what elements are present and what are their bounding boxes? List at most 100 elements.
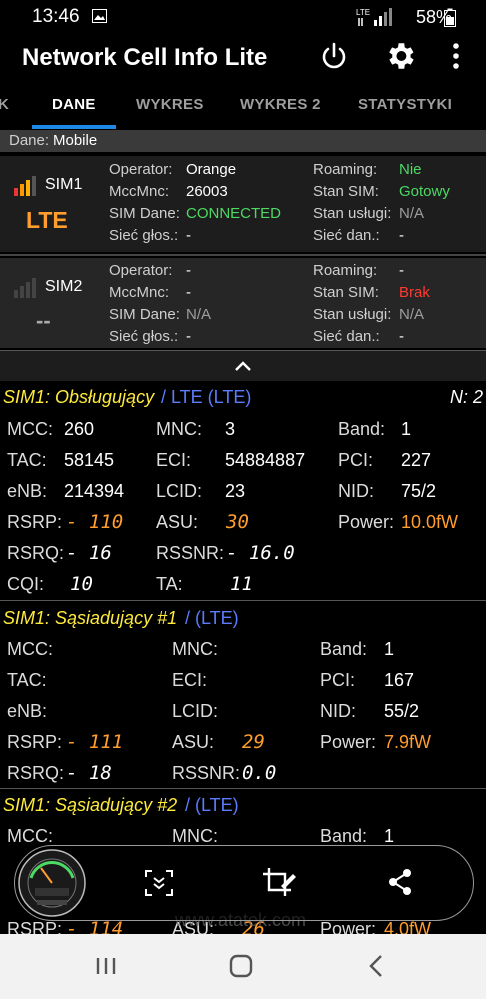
neighbor1-power: 7.9fW [384,732,432,752]
gear-icon[interactable] [383,39,417,78]
sim1-name: SIM1 [45,176,83,193]
label: LCID: [172,701,219,721]
tab-statystyki[interactable]: STATYSTYKI [358,96,452,113]
neighbor1-title: SIM1: Sąsiadujący #1 [3,608,178,628]
more-vert-icon[interactable] [450,42,462,75]
label: Roaming: [313,161,378,178]
divider [0,254,486,256]
source-value: Mobile [53,132,98,149]
collapse-bar[interactable] [0,350,486,381]
sim2-sim-state: Brak [399,284,430,301]
neighbor2-tech: / (LTE) [185,795,239,815]
sim1-roaming: Nie [399,161,422,178]
app-bar: Network Cell Info Lite [0,34,486,90]
share-icon[interactable] [387,868,413,901]
svg-text:LTE: LTE [356,8,370,17]
sim2-name: SIM2 [45,278,83,295]
screenshot-thumbnail[interactable] [17,848,87,923]
neighbor2-power: 4.0fW [384,919,432,934]
power-icon[interactable] [318,40,350,77]
back-icon[interactable] [368,954,384,983]
label: MccMnc: [109,183,169,200]
label: Band: [338,419,386,439]
neighbor2-title: SIM1: Sąsiadujący #2 [3,795,178,815]
serving-eci: 54884887 [225,450,306,470]
lte-signal-icon: LTE [356,6,396,33]
label: ECI: [156,450,192,470]
label: Band: [320,639,368,659]
serving-power: 10.0fW [401,512,459,532]
label: MCC: [7,419,53,439]
label: MCC: [7,826,53,846]
sim1-mccmnc: 26003 [186,183,228,200]
label: Band: [320,826,368,846]
serving-mcc: 260 [64,419,95,439]
label: RSSNR: [172,763,241,783]
gallery-notification-icon [92,9,107,28]
label: MCC: [7,639,53,659]
neighbor1-asu: 29 [242,731,265,753]
serving-lcid: 23 [225,481,246,501]
tab-dane[interactable]: DANE [52,96,96,113]
app-title: Network Cell Info Lite [22,44,268,71]
serving-mnc: 3 [225,419,236,439]
sim1-card: SIM1 LTE Operator: Orange MccMnc: 26003 … [0,156,486,252]
recent-apps-icon[interactable] [95,956,117,981]
label: Roaming: [313,262,378,279]
label: Stan usługi: [313,306,392,323]
sim2-roaming: - [399,262,404,279]
label: ASU: [156,512,199,532]
home-icon[interactable] [229,954,253,983]
label: RSRQ: [7,763,65,783]
serving-band: 1 [401,419,412,439]
tab-previous[interactable]: K [0,96,9,113]
scroll-capture-icon[interactable] [144,869,174,902]
label: Stan usługi: [313,205,392,222]
sim2-operator: - [186,262,191,279]
serving-asu: 30 [226,511,249,533]
label: eNB: [7,481,48,501]
battery-icon [444,8,456,32]
tab-wykres[interactable]: WYKRES [136,96,204,113]
screenshot-toolbar [14,845,474,921]
sim2-service-state: N/A [399,306,425,323]
label: Sieć głos.: [109,227,179,244]
serving-title: SIM1: Obsługujący [3,387,155,407]
sim1-data-net: - [399,227,404,244]
label: Power: [338,512,395,532]
label: Stan SIM: [313,183,379,200]
label: Sieć dan.: [313,328,380,345]
label: TAC: [7,670,47,690]
label: Operator: [109,161,173,178]
label: ASU: [172,732,215,752]
sim2-mccmnc: - [186,284,191,301]
neighbor1-tech: / (LTE) [185,608,239,628]
serving-tech: / LTE (LTE) [161,387,252,407]
neighbor1-section: SIM1: Sąsiadujący #1 / (LTE) MCC: MNC: B… [0,601,486,787]
label: MNC: [172,826,218,846]
sim2-card: SIM2 -- Operator: - MccMnc: - SIM Dane: … [0,258,486,348]
label: Stan SIM: [313,284,379,301]
serving-pci: 227 [401,450,432,470]
serving-n-count: N: 2 [450,387,484,407]
crop-edit-icon[interactable] [261,866,297,903]
label: Power: [320,919,377,934]
neighbor2-band: 1 [384,826,395,846]
label: TA: [156,574,183,594]
label: eNB: [7,701,48,721]
label: RSRQ: [7,543,65,563]
sim1-sim-state: Gotowy [399,183,450,200]
serving-cqi: 10 [70,573,93,595]
label: Operator: [109,262,173,279]
source-label: Dane: [9,132,50,149]
label: RSRP: [7,512,63,532]
label: NID: [320,701,356,721]
status-time: 13:46 [32,6,80,27]
sim1-service-state: N/A [399,205,425,222]
status-bar: 13:46 LTE 58% [0,0,486,34]
chevron-up-icon[interactable] [234,359,252,377]
sim1-voice-net: - [186,227,191,244]
tab-wykres-2[interactable]: WYKRES 2 [240,96,321,113]
serving-rsrq: - 16 [66,542,112,564]
neighbor1-rsrp: - 111 [66,731,124,753]
